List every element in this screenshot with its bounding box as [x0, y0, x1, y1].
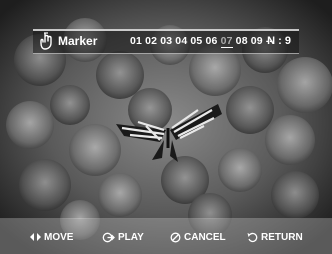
chapter-item[interactable]: 05	[190, 35, 202, 47]
cancel-icon	[170, 232, 181, 242]
chapter-item[interactable]: 01	[130, 35, 142, 47]
play-label: PLAY	[118, 231, 144, 243]
play-button[interactable]: PLAY	[102, 230, 144, 244]
chapter-item[interactable]: 04	[175, 35, 187, 47]
control-bar: MOVE PLAY CANCEL RETURN	[0, 219, 332, 254]
chapter-list: 01 02 03 04 05 06 07 08 09 --	[130, 34, 276, 48]
chapter-item[interactable]: 06	[205, 35, 217, 47]
marker-count: N : 9	[267, 35, 291, 47]
move-button[interactable]: MOVE	[30, 230, 73, 244]
marker-bar: Marker 01 02 03 04 05 06 07 08 09 -- N :…	[33, 29, 299, 54]
chapter-item[interactable]: 08	[236, 35, 248, 47]
marker-hand-icon	[40, 32, 52, 50]
cancel-label: CANCEL	[184, 231, 226, 243]
chapter-item[interactable]: 02	[145, 35, 157, 47]
left-right-arrows-icon	[30, 233, 41, 241]
marker-title: Marker	[58, 34, 98, 48]
enter-icon	[102, 232, 115, 242]
return-label: RETURN	[261, 231, 303, 243]
marker-bar-highlight	[33, 29, 299, 31]
return-icon	[247, 232, 258, 242]
chapter-item-selected[interactable]: 07	[220, 35, 233, 48]
chapter-item[interactable]: 09	[251, 35, 263, 47]
video-screen: Marker 01 02 03 04 05 06 07 08 09 -- N :…	[0, 0, 332, 254]
move-label: MOVE	[44, 231, 74, 243]
chapter-item[interactable]: 03	[160, 35, 172, 47]
cancel-button[interactable]: CANCEL	[170, 230, 226, 244]
return-button[interactable]: RETURN	[247, 230, 303, 244]
